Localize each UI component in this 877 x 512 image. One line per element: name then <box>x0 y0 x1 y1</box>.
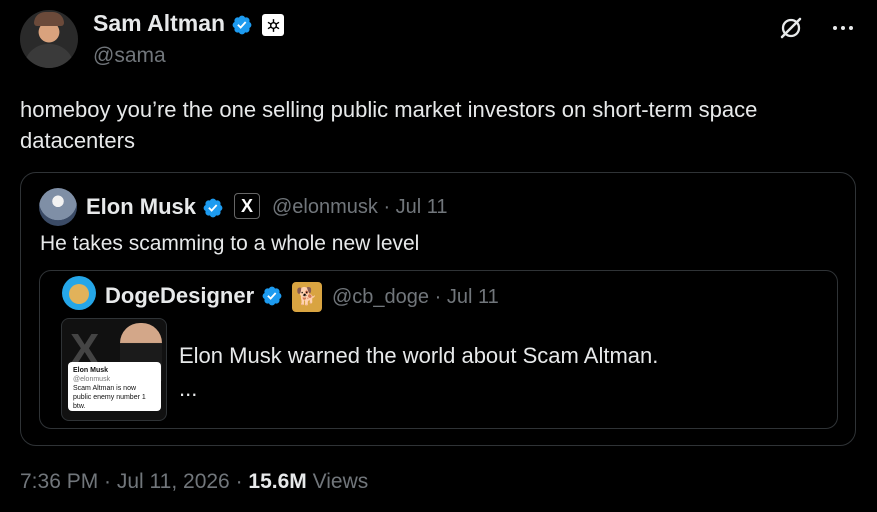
nested-author-avatar[interactable] <box>62 276 96 310</box>
author-name-row[interactable]: Sam Altman <box>93 10 253 37</box>
nested-author-name[interactable]: DogeDesigner <box>105 283 254 309</box>
more-icon[interactable] <box>829 14 857 42</box>
quoted-author-avatar[interactable] <box>39 188 77 226</box>
grok-shape <box>780 17 802 39</box>
tweet-text: homeboy you’re the one selling public ma… <box>20 97 758 153</box>
author-handle[interactable]: @sama <box>93 44 166 68</box>
top-actions <box>777 14 857 42</box>
embedded-card-handle: @elonmusk <box>73 376 111 383</box>
author-name[interactable]: Sam Altman <box>93 10 225 36</box>
views-label: Views <box>306 470 369 493</box>
quoted-handle-date[interactable]: @elonmusk · Jul 11 <box>272 196 448 219</box>
grok-icon[interactable] <box>777 14 805 42</box>
verified-badge-icon <box>262 286 282 306</box>
embedded-card-name: Elon Musk <box>73 367 109 374</box>
openai-logo-icon[interactable] <box>262 14 284 36</box>
embedded-card-text: Scam Altman is now public enemy number 1… <box>73 385 146 410</box>
verified-badge-icon <box>233 15 252 35</box>
quoted-author-name[interactable]: Elon Musk <box>86 194 196 219</box>
view-count: 15.6M <box>248 470 307 493</box>
quoted-author-name-row[interactable]: Elon Musk <box>86 194 224 220</box>
doge-icon[interactable]: 🐕 <box>292 282 322 312</box>
author-avatar[interactable] <box>20 10 78 68</box>
nested-media-thumbnail[interactable]: X Elon Musk @elonmusk Scam Altman is now… <box>61 318 167 421</box>
nested-handle-date[interactable]: @cb_doge · Jul 11 <box>332 286 499 309</box>
tweet-time-date[interactable]: 7:36 PM · Jul 11, 2026 · <box>20 470 248 493</box>
nested-quote-ellipsis: ... <box>179 376 198 401</box>
embedded-post-card: Elon Musk @elonmusk Scam Altman is now p… <box>68 362 161 411</box>
more-dots-shape <box>833 26 853 30</box>
x-logo-icon[interactable]: X <box>234 193 260 219</box>
openai-logo-shape <box>267 18 279 32</box>
tweet-footer: 7:36 PM · Jul 11, 2026 · 15.6M Views <box>20 470 368 494</box>
verified-badge-icon <box>203 198 223 218</box>
nested-quote-text: Elon Musk warned the world about Scam Al… <box>179 343 659 368</box>
quoted-tweet-text: He takes scamming to a whole new level <box>40 232 420 255</box>
